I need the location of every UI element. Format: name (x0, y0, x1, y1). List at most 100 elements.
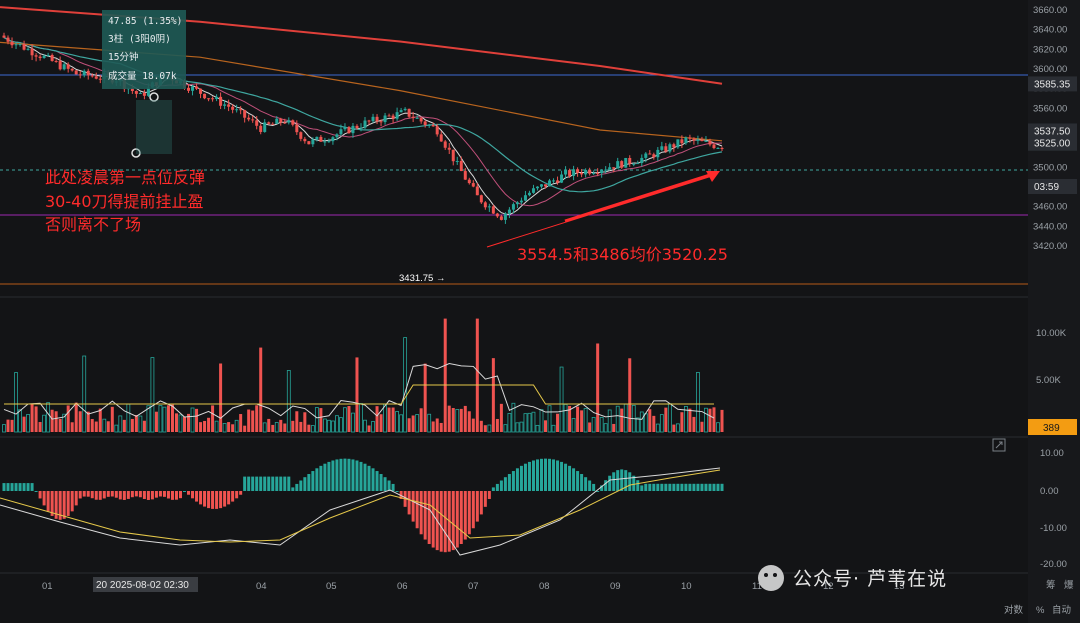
candle-body (696, 139, 700, 141)
macd-bar (363, 463, 367, 491)
candle-body (419, 117, 423, 122)
macd-bar (672, 483, 676, 491)
macd-bar (487, 491, 491, 499)
macd-bar (564, 463, 568, 491)
macd-bar (335, 459, 339, 491)
candle-body (215, 96, 219, 100)
macd-bar (692, 483, 696, 491)
macd-bar (46, 491, 50, 512)
macd-bar (572, 468, 576, 491)
candle-body (6, 37, 10, 42)
macd-bar (628, 472, 632, 491)
macd-bar (255, 476, 259, 491)
macd-bar (712, 483, 716, 491)
candle-body (54, 60, 58, 62)
candle-body (138, 93, 142, 95)
volume-bar (596, 343, 600, 432)
macd-bar (588, 480, 592, 491)
macd-bar (636, 480, 640, 491)
candle-body (187, 87, 191, 91)
candle-body (535, 186, 539, 189)
macd-bar (339, 458, 343, 491)
macd-bar (475, 491, 479, 522)
macd-bar (351, 459, 355, 491)
macd-bar (283, 476, 287, 491)
time-tick-label: 04 (256, 581, 267, 592)
macd-bar (580, 474, 584, 491)
macd-tick-label: -20.00 (1040, 559, 1067, 570)
candle-body (576, 169, 580, 173)
candle-body (391, 115, 395, 119)
macd-bar (640, 485, 644, 491)
candle-body (439, 134, 443, 142)
candle-body (66, 64, 70, 69)
price-tick-label: 3600.00 (1033, 64, 1067, 75)
measure-range[interactable] (136, 100, 172, 154)
macd-bar (235, 491, 239, 499)
volume-bar (6, 419, 10, 432)
macd-bar (688, 483, 692, 491)
volume-bar (483, 425, 487, 432)
candle-body (511, 204, 515, 210)
candle-body (191, 86, 195, 91)
macd-bar (62, 491, 66, 519)
macd-bar (223, 491, 227, 507)
volume-bar (295, 411, 299, 432)
candle-body (503, 213, 507, 220)
candle-body (26, 48, 30, 50)
macd-bar (371, 468, 375, 491)
macd-bar (30, 483, 34, 491)
volume-bar (471, 418, 475, 432)
corner-label-1[interactable]: 筹 (1046, 579, 1056, 591)
macd-bar (544, 458, 548, 491)
candle-body (30, 48, 34, 56)
percent-toggle[interactable]: % (1036, 605, 1045, 616)
candle-body (343, 127, 347, 130)
macd-bar (26, 483, 30, 491)
candle-body (483, 202, 487, 208)
macd-bar (407, 491, 411, 515)
volume-bar (154, 411, 158, 432)
candle-body (716, 147, 720, 149)
candle-body (263, 122, 267, 132)
volume-bar (672, 424, 676, 432)
volume-bar (367, 425, 371, 432)
log-toggle[interactable]: 对数 (1004, 604, 1024, 616)
candle-body (668, 144, 672, 152)
volume-bar (94, 421, 98, 432)
candle-body (568, 170, 572, 176)
volume-bar (451, 407, 455, 432)
macd-bar (503, 477, 507, 491)
auto-toggle[interactable]: 自动 (1052, 604, 1071, 616)
macd-bar (576, 471, 580, 491)
macd-bar (170, 491, 174, 500)
price-tick-label: 3660.00 (1033, 5, 1067, 16)
candle-body (74, 70, 78, 75)
candle-body (255, 120, 259, 126)
macd-bar (70, 491, 74, 512)
macd-bar (463, 491, 467, 540)
price-badge-label: 3525.00 (1034, 139, 1071, 150)
volume-bar (580, 410, 584, 432)
macd-bar (479, 491, 483, 515)
macd-bar (343, 458, 347, 491)
volume-bar (612, 423, 616, 432)
macd-bar (660, 483, 664, 491)
volume-bar (247, 409, 251, 432)
corner-label-2[interactable]: 爆 (1064, 579, 1074, 591)
volume-bar (319, 408, 323, 432)
macd-bar (227, 491, 231, 505)
candle-body (251, 119, 255, 121)
volume-bar (576, 406, 580, 432)
volume-bar (463, 405, 467, 432)
volume-bar (556, 413, 560, 432)
volume-bar (708, 408, 712, 432)
trading-chart[interactable]: 47.85 (1.35%) 3柱 (3阳0阴) 15分钟 成交量 18.07k … (0, 0, 1080, 623)
macd-bar (122, 491, 126, 500)
candle-body (223, 104, 227, 106)
candle-body (564, 170, 568, 175)
candle-body (475, 186, 479, 196)
candle-body (86, 70, 90, 76)
candle-body (38, 56, 42, 58)
macd-bar (696, 483, 700, 491)
